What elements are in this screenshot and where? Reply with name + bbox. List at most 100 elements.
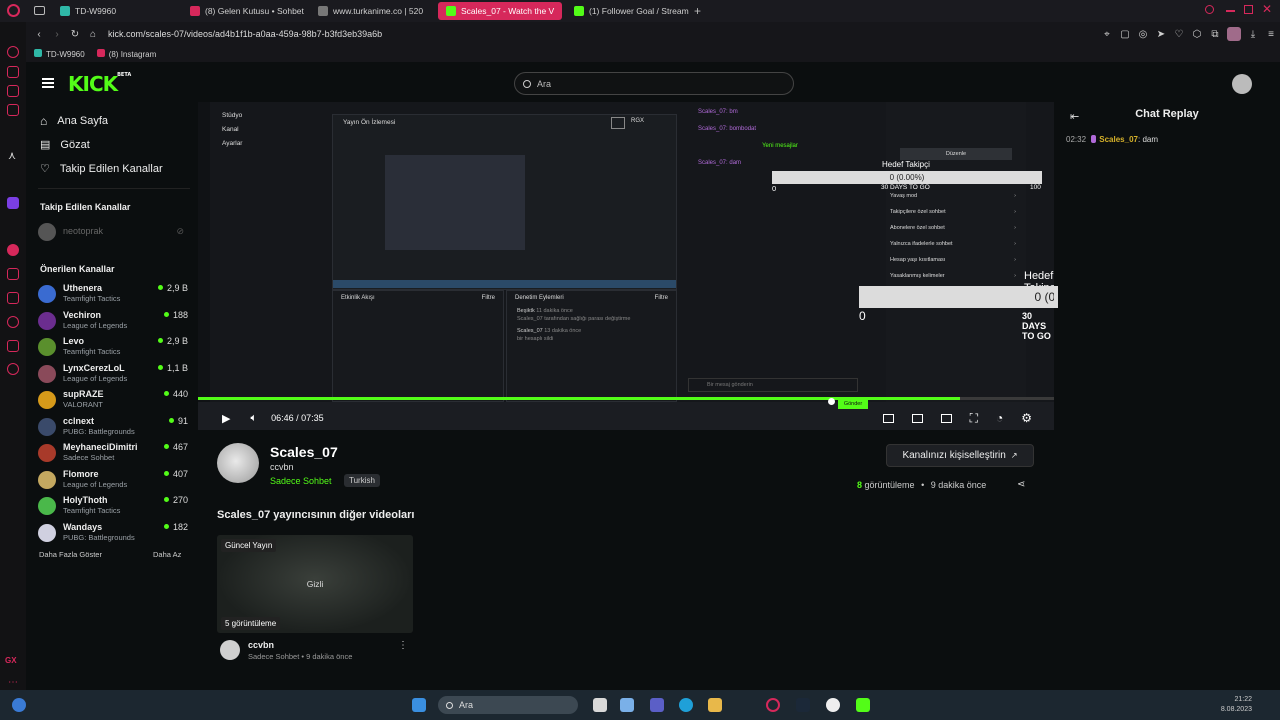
download-icon[interactable]: ⤓ <box>1244 29 1262 40</box>
messenger-icon[interactable] <box>7 85 19 97</box>
recommended-channel[interactable]: MeyhaneciDimitri Sadece Sohbet 467 <box>38 441 188 465</box>
show-more-link[interactable]: Daha Fazla Göster <box>39 550 102 559</box>
close-window-icon[interactable]: ✕ <box>1262 2 1272 16</box>
clip-icon[interactable] <box>911 413 923 423</box>
progress-handle[interactable] <box>828 398 835 405</box>
recommended-channel[interactable]: Vechiron League of Legends 188 <box>38 309 188 333</box>
speed-icon[interactable]: ◔ <box>996 411 1003 425</box>
kick-sidebar-icon[interactable]: ⋏ <box>8 149 16 162</box>
tab-router[interactable]: TD-W9960 <box>52 2 176 20</box>
opera-menu-icon[interactable] <box>7 4 20 17</box>
minimize-icon[interactable] <box>1226 10 1235 12</box>
recommended-channel[interactable]: cclnext PUBG: Battlegrounds 91 <box>38 415 188 439</box>
video-progress-bar[interactable] <box>198 397 1054 400</box>
card-avatar[interactable] <box>220 640 240 660</box>
edge-icon[interactable] <box>679 698 693 712</box>
bookmark-router[interactable]: TD-W9960 <box>34 49 85 59</box>
play-icon[interactable]: ▶ <box>222 412 230 425</box>
wallet-icon[interactable] <box>7 66 19 78</box>
recommended-channel[interactable]: supRAZE VALORANT 440 <box>38 388 188 412</box>
channel-name: Vechiron <box>63 309 102 320</box>
pin-icon[interactable]: ⌖ <box>1098 29 1116 40</box>
teams-icon[interactable] <box>650 698 664 712</box>
start-icon[interactable] <box>412 698 426 712</box>
tab-instagram[interactable]: (8) Gelen Kutusu • Sohbet <box>182 2 306 20</box>
mail-icon[interactable] <box>7 104 19 116</box>
pip-icon[interactable] <box>882 413 894 423</box>
kick-logo[interactable]: KICKBETA <box>68 72 131 96</box>
camera-icon[interactable]: ◎ <box>1134 29 1152 40</box>
channel-avatar-large[interactable] <box>217 443 259 483</box>
tab-turkanime[interactable]: www.turkanime.co | 520 <box>310 2 434 20</box>
recommended-channel[interactable]: HolyThoth Teamfight Tactics 270 <box>38 494 188 518</box>
volume-icon[interactable]: 🔈︎ <box>250 412 257 425</box>
box-icon[interactable]: ⬡ <box>1188 29 1206 40</box>
video-card-thumbnail[interactable]: Güncel Yayın Gizli 5 görüntüleme <box>217 535 413 633</box>
channel-name-title[interactable]: Scales_07 <box>270 444 338 460</box>
taskbar-search[interactable]: Ara <box>438 696 578 714</box>
send-icon[interactable]: ➤ <box>1152 29 1170 40</box>
search-tabs-icon[interactable] <box>1205 5 1214 14</box>
back-icon[interactable]: ‹ <box>30 29 48 40</box>
snapshot-icon[interactable]: ▢ <box>1116 29 1134 40</box>
language-tag[interactable]: Turkish <box>344 474 380 487</box>
explorer-icon[interactable] <box>708 698 722 712</box>
hamburger-menu-icon[interactable] <box>42 78 54 88</box>
show-less-link[interactable]: Daha Az <box>153 550 181 559</box>
twitch-icon[interactable] <box>7 197 19 209</box>
user-avatar[interactable] <box>1232 74 1252 94</box>
opera-gx-icon[interactable] <box>766 698 780 712</box>
recommended-channel[interactable]: Uthenera Teamfight Tactics 2,9 B <box>38 282 188 306</box>
reload-icon[interactable]: ↻ <box>66 29 84 40</box>
url-field[interactable]: kick.com/scales-07/videos/ad4b1f1b-a0aa-… <box>108 29 382 39</box>
video-player[interactable]: Stüdyo Kanal Ayarlar Yayın Ön İzlemesi R… <box>198 102 1054 430</box>
clock[interactable]: 21:22 8.08.2023 <box>1221 695 1252 715</box>
gx-icon[interactable]: GX <box>5 656 17 665</box>
aria-icon[interactable] <box>7 46 19 58</box>
music-icon[interactable] <box>7 244 19 256</box>
card-menu-icon[interactable]: ⋮ <box>398 640 408 651</box>
recommended-channel[interactable]: Wandays PUBG: Battlegrounds 182 <box>38 521 188 545</box>
share-icon[interactable]: ⋖ <box>1017 479 1025 490</box>
download-side-icon[interactable] <box>7 340 19 352</box>
kick-app-icon[interactable] <box>856 698 870 712</box>
task-view-icon[interactable] <box>593 698 607 712</box>
recommended-channel[interactable]: Levo Teamfight Tactics 2,9 B <box>38 335 188 359</box>
recommended-channel[interactable]: LynxCerezLoL League of Legends 1,1 B <box>38 362 188 386</box>
nav-home[interactable]: ⌂ Ana Sayfa <box>40 114 108 128</box>
search-input[interactable]: Ara <box>514 72 794 95</box>
recommended-channel[interactable]: Flomore League of Legends 407 <box>38 468 188 492</box>
tab-follower-goal[interactable]: (1) Follower Goal / Stream <box>566 2 690 20</box>
settings-gear-icon[interactable]: ⚙ <box>1021 411 1032 425</box>
forward-icon[interactable]: › <box>48 29 66 40</box>
history-icon[interactable] <box>7 268 19 280</box>
profile-avatar[interactable] <box>1227 27 1241 41</box>
more-side-icon[interactable]: ⋯ <box>8 677 18 688</box>
tab-kick-active[interactable]: Scales_07 - Watch the V <box>438 2 562 20</box>
fullscreen-icon[interactable]: ⛶ <box>970 411 978 426</box>
home-browser-icon[interactable]: ⌂ <box>84 29 102 40</box>
bookmarks-side-icon[interactable] <box>7 292 19 304</box>
tabs-icon[interactable] <box>34 6 45 15</box>
customize-channel-button[interactable]: Kanalınızı kişiselleştirin ↗ <box>886 444 1034 467</box>
copilot-icon[interactable] <box>620 698 634 712</box>
heart-browser-icon[interactable]: ♡ <box>1170 29 1188 40</box>
theater-icon[interactable] <box>940 413 952 423</box>
settings-side-icon[interactable] <box>7 363 19 375</box>
extensions-icon[interactable]: ⧉ <box>1206 29 1224 40</box>
bookmark-instagram[interactable]: (8) Instagram <box>96 49 156 59</box>
maximize-icon[interactable] <box>1244 5 1253 14</box>
nav-following[interactable]: ♡ Takip Edilen Kanallar <box>40 162 163 176</box>
clock-icon[interactable] <box>7 316 19 328</box>
menu-dots-icon[interactable]: ≡ <box>1262 29 1280 40</box>
new-tab-icon[interactable]: + <box>694 4 701 18</box>
channel-avatar <box>38 223 56 241</box>
nav-browse[interactable]: ▤ Gözat <box>40 138 90 152</box>
weather-icon[interactable] <box>12 698 26 712</box>
followed-channel[interactable]: neotoprak ⊘ <box>38 220 188 244</box>
obs-icon[interactable] <box>826 698 840 712</box>
steam-icon[interactable] <box>796 698 810 712</box>
chat-user[interactable]: Scales_07 <box>1099 135 1138 144</box>
card-title[interactable]: ccvbn <box>248 640 274 650</box>
category-link[interactable]: Sadece Sohbet <box>270 476 332 486</box>
